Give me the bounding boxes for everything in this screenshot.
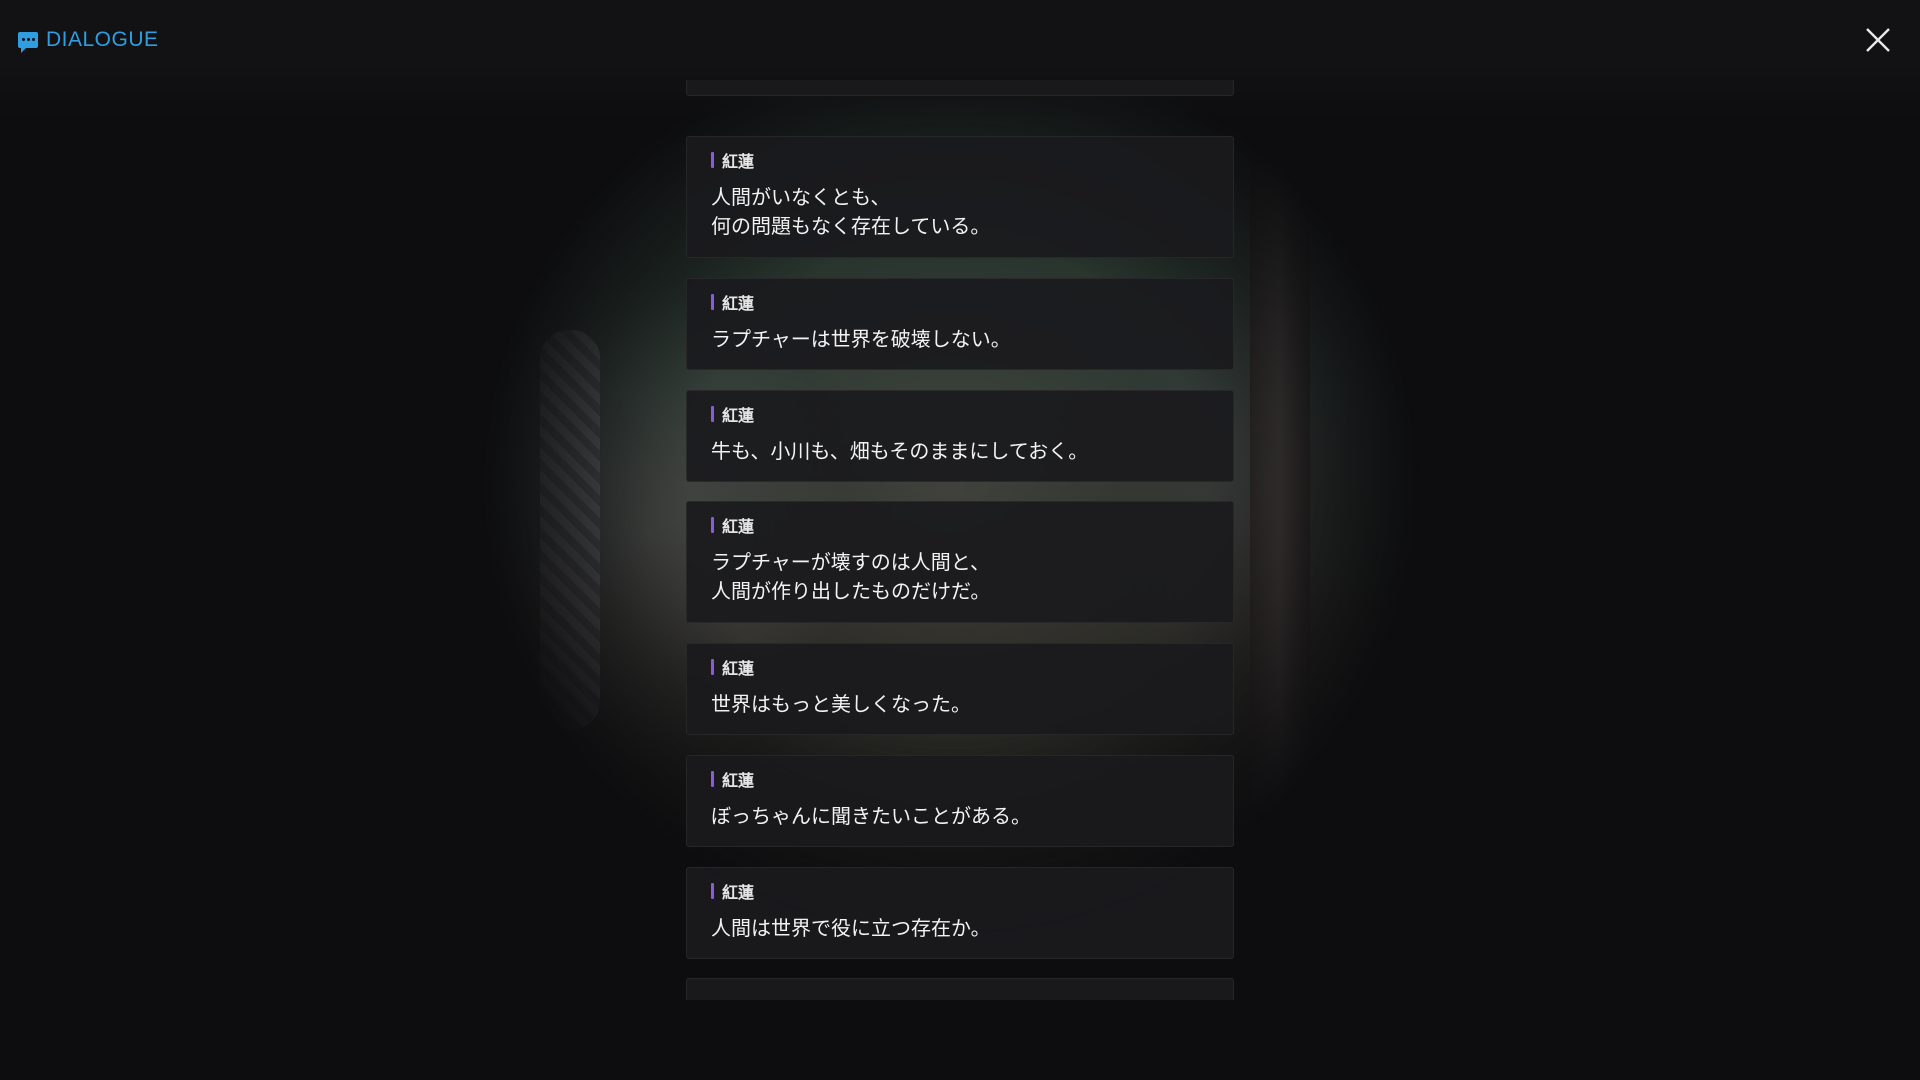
speaker-bar — [711, 883, 714, 899]
dialogue-entry: 紅蓮 牛も、小川も、畑もそのままにしておく。 — [686, 390, 1234, 482]
background-rope — [540, 330, 600, 730]
dialogue-log[interactable]: 紅蓮 人間がいなくとも、 何の問題もなく存在している。 紅蓮 ラプチャーは世界を… — [686, 80, 1234, 1000]
speaker-name: 紅蓮 — [722, 517, 755, 536]
dialogue-text: ラプチャーは世界を破壊しない。 — [711, 327, 1011, 351]
background-sword — [1250, 140, 1310, 820]
speaker-name: 紅蓮 — [722, 883, 755, 902]
dialogue-entry: 紅蓮 ラプチャーは世界を破壊しない。 — [686, 278, 1234, 370]
speaker-label: 紅蓮 — [711, 405, 1209, 425]
dialogue-text: 牛も、小川も、畑もそのままにしておく。 — [711, 439, 1089, 463]
chat-bubble-icon — [18, 32, 38, 53]
speaker-label: 紅蓮 — [711, 770, 1209, 790]
speaker-bar — [711, 659, 714, 675]
dialogue-entry: 紅蓮 ぼっちゃんに聞きたいことがある。 — [686, 755, 1234, 847]
close-button[interactable] — [1862, 24, 1894, 56]
speaker-label: 紅蓮 — [711, 516, 1209, 536]
speaker-bar — [711, 152, 714, 168]
speaker-name: 紅蓮 — [722, 771, 755, 790]
speaker-label: 紅蓮 — [711, 658, 1209, 678]
dialogue-entry: 紅蓮 人間がいなくとも、 何の問題もなく存在している。 — [686, 136, 1234, 258]
speaker-label: 紅蓮 — [711, 293, 1209, 313]
dialogue-text: ぼっちゃんに聞きたいことがある。 — [711, 804, 1031, 828]
dialogue-entry-partial-top — [686, 80, 1234, 96]
dialogue-entry: 紅蓮 人間は世界で役に立つ存在か。 — [686, 867, 1234, 959]
dialogue-entry-partial-bottom — [686, 978, 1234, 1000]
speaker-bar — [711, 406, 714, 422]
speaker-name: 紅蓮 — [722, 294, 755, 313]
page-title: DIALOGUE — [46, 28, 159, 51]
dialogue-text: ラプチャーが壊すのは人間と、 人間が作り出したものだけだ。 — [711, 550, 991, 603]
speaker-name: 紅蓮 — [722, 152, 755, 171]
speaker-bar — [711, 771, 714, 787]
dialogue-text: 人間は世界で役に立つ存在か。 — [711, 916, 991, 940]
dialogue-text: 人間がいなくとも、 何の問題もなく存在している。 — [711, 185, 991, 238]
speaker-label: 紅蓮 — [711, 882, 1209, 902]
dialogue-entry: 紅蓮 世界はもっと美しくなった。 — [686, 643, 1234, 735]
speaker-bar — [711, 517, 714, 533]
dialogue-header: DIALOGUE — [18, 28, 159, 53]
dialogue-text: 世界はもっと美しくなった。 — [711, 692, 971, 716]
speaker-name: 紅蓮 — [722, 406, 755, 425]
speaker-label: 紅蓮 — [711, 151, 1209, 171]
dialogue-entry: 紅蓮 ラプチャーが壊すのは人間と、 人間が作り出したものだけだ。 — [686, 501, 1234, 623]
close-icon — [1866, 28, 1890, 52]
speaker-bar — [711, 294, 714, 310]
speaker-name: 紅蓮 — [722, 659, 755, 678]
